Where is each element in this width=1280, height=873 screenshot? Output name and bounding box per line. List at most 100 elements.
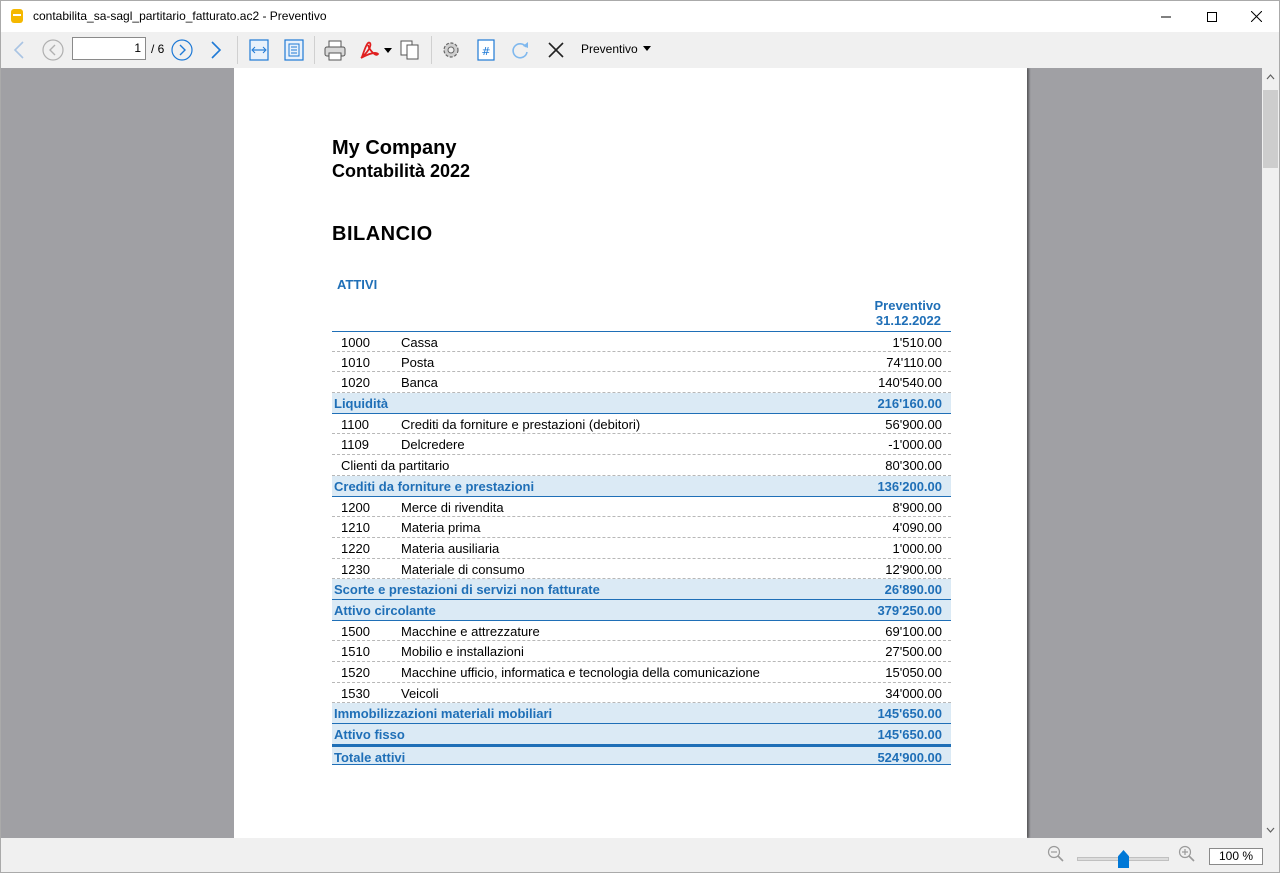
- settings-button[interactable]: [438, 36, 464, 64]
- account-number: 1010: [341, 354, 370, 370]
- toolbar-separator: [314, 36, 315, 64]
- account-number: 1510: [341, 644, 370, 660]
- fit-width-button[interactable]: [246, 36, 272, 64]
- balance-table: 1000 Cassa 1'510.00 1010 Posta 74'110.00 1020 B…: [332, 331, 951, 766]
- close-window-button[interactable]: [1233, 1, 1279, 32]
- minimize-icon: [1161, 16, 1171, 17]
- table-row: 1200 Merce di rivendita 8'900.00: [332, 497, 951, 518]
- chevron-down-icon: [1266, 827, 1275, 833]
- amount-value: 27'500.00: [885, 644, 942, 660]
- account-description: Totale attivi: [334, 749, 406, 765]
- close-icon: [1250, 11, 1262, 22]
- page-number-input[interactable]: 1: [72, 37, 146, 60]
- table-row: 1210 Materia prima 4'090.00: [332, 517, 951, 538]
- total-row: Immobilizzazioni materiali mobiliari 145'…: [332, 703, 951, 725]
- account-description: Materia ausiliaria: [401, 540, 500, 556]
- amount-value: 379'250.00: [877, 602, 942, 618]
- pdf-icon: [360, 41, 392, 59]
- account-description: Macchine e attrezzature: [401, 623, 540, 639]
- table-row: 1230 Materiale di consumo 12'900.00: [332, 559, 951, 580]
- circle-arrow-left-icon: [42, 39, 64, 61]
- copy-button[interactable]: [397, 36, 423, 64]
- account-number: 1530: [341, 685, 370, 701]
- total-row: Scorte e prestazioni di servizi non fatt…: [332, 579, 951, 600]
- zoom-in-icon: [1178, 845, 1195, 862]
- title-bar: contabilita_sa-sagl_partitario_fatturato…: [1, 1, 1279, 32]
- zoom-slider-thumb[interactable]: [1118, 850, 1129, 868]
- amount-value: 80'300.00: [885, 458, 942, 474]
- vertical-scrollbar[interactable]: [1262, 68, 1279, 838]
- amount-value: 74'110.00: [886, 354, 942, 370]
- chevron-down-icon: [642, 46, 651, 51]
- total-row: Attivo circolante 379'250.00: [332, 599, 951, 621]
- previous-page-button[interactable]: [41, 36, 65, 64]
- chevron-left-icon: [13, 41, 24, 59]
- view-selector-dropdown[interactable]: Preventivo: [581, 42, 651, 56]
- account-number: 1520: [341, 665, 370, 680]
- fit-page-button[interactable]: [281, 36, 307, 64]
- amount-value: 15'050.00: [885, 665, 942, 680]
- account-description: Delcredere: [401, 437, 465, 453]
- table-row: 1100 Crediti da forniture e prestazioni (…: [332, 414, 951, 435]
- amount-value: 145'650.00: [877, 706, 942, 722]
- chevron-right-icon: [211, 41, 222, 59]
- forward-button[interactable]: [206, 36, 226, 64]
- document-viewer[interactable]: My Company Contabilità 2022 BILANCIO ATT…: [1, 68, 1262, 838]
- account-number: 1100: [341, 416, 369, 432]
- page-numbering-button[interactable]: #: [474, 36, 498, 64]
- scroll-down-button[interactable]: [1262, 821, 1279, 838]
- account-number: 1020: [341, 375, 370, 391]
- gear-icon: [443, 42, 459, 58]
- total-row: Attivo fisso 145'650.00: [332, 724, 951, 745]
- close-icon: [548, 42, 564, 58]
- amount-value: 524'900.00: [877, 749, 942, 765]
- refresh-icon: [512, 42, 528, 59]
- zoom-level-field[interactable]: 100 %: [1209, 848, 1263, 865]
- account-description: Immobilizzazioni materiali mobiliari: [334, 706, 553, 722]
- account-description: Materiale di consumo: [401, 561, 525, 577]
- amount-value: 1'510.00: [892, 335, 942, 350]
- account-description: Attivo circolante: [334, 602, 436, 618]
- account-number: 1109: [341, 437, 369, 453]
- scroll-up-button[interactable]: [1262, 68, 1279, 85]
- account-description: Crediti da forniture e prestazioni: [334, 478, 535, 494]
- account-description: Cassa: [401, 335, 438, 350]
- toolbar-separator: [237, 36, 238, 64]
- close-preview-button[interactable]: [543, 36, 569, 64]
- table-row: 1510 Mobilio e installazioni 27'500.00: [332, 641, 951, 662]
- scrollbar-thumb[interactable]: [1263, 90, 1278, 168]
- hash-page-icon: #: [477, 39, 495, 61]
- total-row: Crediti da forniture e prestazioni 136'20…: [332, 475, 951, 497]
- table-row: 1220 Materia ausiliaria 1'000.00: [332, 538, 951, 559]
- copy-icon: [400, 40, 419, 60]
- amount-value: 69'100.00: [885, 623, 942, 639]
- maximize-button[interactable]: [1189, 1, 1235, 32]
- zoom-out-button[interactable]: [1045, 843, 1067, 865]
- print-button[interactable]: [322, 36, 348, 64]
- amount-value: 56'900.00: [885, 416, 942, 432]
- toolbar: 1 / 6 # Preventivo: [1, 32, 1279, 68]
- zoom-out-icon: [1047, 845, 1064, 862]
- table-row: 1010 Posta 74'110.00: [332, 352, 951, 373]
- account-description: Banca: [401, 375, 438, 391]
- table-row: 1520 Macchine ufficio, informatica e tecn…: [332, 662, 951, 683]
- account-description: Clienti da partitario: [341, 458, 450, 474]
- account-description: Attivo fisso: [334, 727, 405, 743]
- export-pdf-button[interactable]: [357, 36, 393, 64]
- company-name: My Company: [332, 137, 457, 159]
- column-header-line2: 31.12.2022: [875, 313, 941, 328]
- table-row: 1530 Veicoli 34'000.00: [332, 683, 951, 704]
- next-page-button[interactable]: [170, 36, 194, 64]
- table-row: Clienti da partitario 80'300.00: [332, 455, 951, 476]
- table-row: 1500 Macchine e attrezzature 69'100.00: [332, 621, 951, 642]
- fit-width-icon: [249, 39, 269, 61]
- account-number: 1200: [341, 499, 370, 515]
- column-header-line1: Preventivo: [874, 298, 941, 313]
- zoom-in-button[interactable]: [1176, 843, 1198, 865]
- page-total-label: / 6: [151, 42, 165, 56]
- minimize-button[interactable]: [1143, 1, 1189, 32]
- refresh-button[interactable]: [507, 36, 533, 64]
- back-button[interactable]: [9, 36, 29, 64]
- total-row: Totale attivi 524'900.00: [332, 744, 951, 766]
- amount-value: 4'090.00: [892, 520, 942, 536]
